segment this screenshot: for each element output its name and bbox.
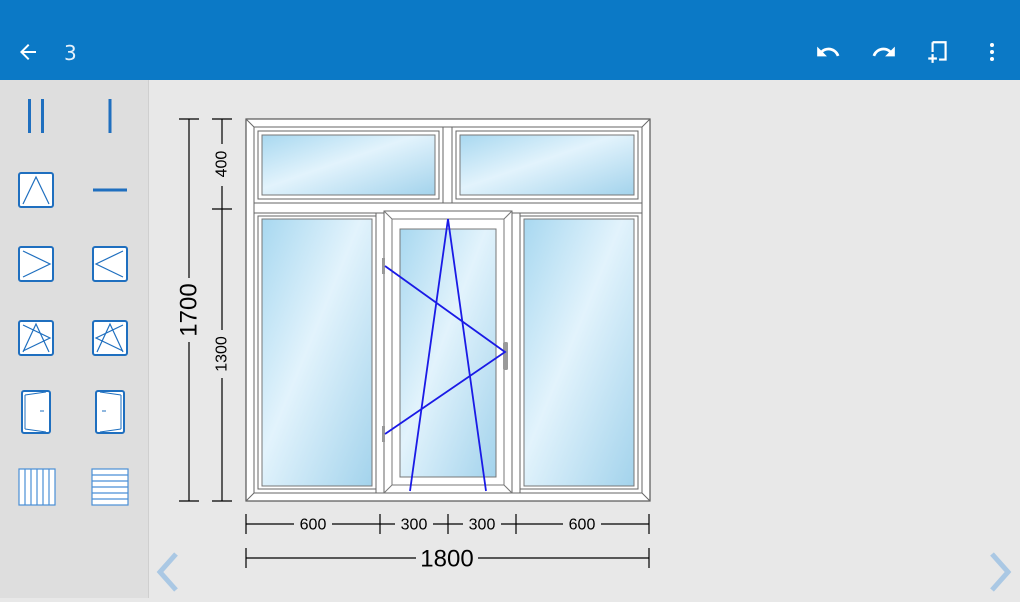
sash-top-hung-icon	[18, 172, 54, 208]
tool-sash-right-hinged[interactable]	[88, 242, 132, 286]
mullion-left	[375, 212, 385, 494]
tilt-turn-left-icon	[18, 320, 54, 356]
horizontal-transom-icon	[93, 188, 127, 192]
tool-tilt-turn-right[interactable]	[88, 316, 132, 360]
handle	[503, 342, 508, 370]
tool-door-left[interactable]	[14, 390, 58, 434]
vertical-blinds-icon	[18, 468, 56, 506]
arrow-left-icon	[20, 44, 36, 60]
tool-sash-left-hinged[interactable]	[14, 242, 58, 286]
chevron-right-icon	[990, 552, 1012, 592]
tool-horizontal-blinds[interactable]	[88, 464, 132, 508]
drawing-canvas[interactable]: 1700 400 1300 600 300 300 600 1800	[149, 80, 1020, 598]
dim-height-total: 1700	[176, 283, 203, 336]
double-mullion-icon	[28, 99, 44, 133]
tool-sash-top-hung[interactable]	[14, 168, 58, 212]
window-drawing[interactable]: 1700 400 1300 600 300 300 600 1800	[149, 80, 1020, 598]
top-left-pane[interactable]	[257, 130, 440, 200]
bottom-right-pane[interactable]	[519, 215, 639, 490]
hinge-bottom	[382, 426, 385, 442]
app-bar: 3	[0, 0, 1020, 80]
tool-tilt-turn-left[interactable]	[14, 316, 58, 360]
chevron-left-icon	[156, 552, 178, 592]
tool-palette	[0, 80, 149, 598]
dim-width-4: 600	[569, 517, 596, 534]
vertical-mullion-icon	[108, 99, 112, 133]
dim-height-bottom: 1300	[214, 336, 231, 372]
add-page-button[interactable]	[920, 34, 956, 70]
sash-right-hinged-icon	[92, 246, 128, 282]
undo-button[interactable]	[810, 34, 846, 70]
undo-icon	[817, 46, 840, 57]
tool-horizontal-transom[interactable]	[88, 168, 132, 212]
tilt-turn-right-icon	[92, 320, 128, 356]
back-button[interactable]	[10, 34, 46, 70]
dim-width-2: 300	[401, 517, 428, 534]
hinge-top	[382, 258, 385, 274]
mullion-right	[511, 212, 521, 494]
dim-width-1: 600	[300, 517, 327, 534]
add-page-icon	[928, 41, 947, 63]
tool-vertical-mullion[interactable]	[88, 94, 132, 138]
horizontal-blinds-icon	[91, 468, 129, 506]
tilt-turn-sash[interactable]	[382, 210, 513, 494]
next-page-button[interactable]	[982, 548, 1018, 596]
dim-width-total: 1800	[420, 546, 473, 573]
more-menu-button[interactable]	[974, 34, 1010, 70]
tool-door-right[interactable]	[88, 390, 132, 434]
tool-double-mullion[interactable]	[14, 94, 58, 138]
door-right-icon	[95, 390, 125, 434]
sash-left-hinged-icon	[18, 246, 54, 282]
redo-icon	[872, 46, 895, 57]
redo-button[interactable]	[866, 34, 902, 70]
tool-vertical-blinds[interactable]	[14, 464, 58, 508]
door-left-icon	[21, 390, 51, 434]
dim-width-3: 300	[469, 517, 496, 534]
page-number: 3	[64, 41, 77, 65]
more-vert-icon	[990, 43, 994, 61]
dim-height-top: 400	[214, 151, 231, 178]
top-right-pane[interactable]	[455, 130, 639, 200]
bottom-left-pane[interactable]	[257, 215, 377, 490]
prev-page-button[interactable]	[150, 548, 186, 596]
